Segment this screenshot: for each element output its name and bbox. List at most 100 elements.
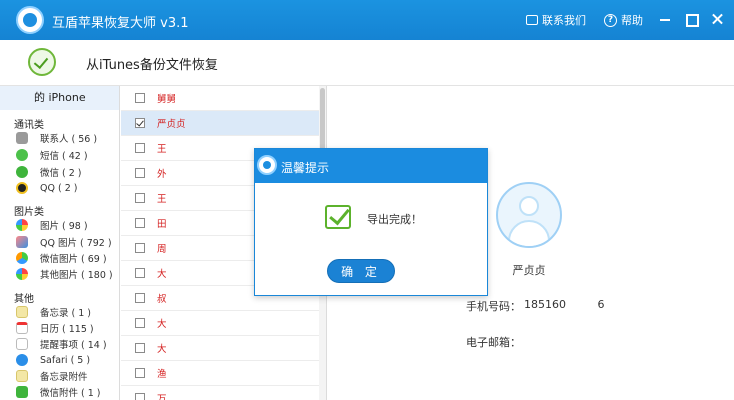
close-button[interactable] (708, 10, 726, 28)
device-item[interactable]: 的 iPhone (0, 86, 119, 110)
contact-name: 万 (157, 394, 167, 400)
sidebar-item-label: 提醒事项 ( 14 ) (40, 340, 107, 351)
help-icon: ? (604, 13, 617, 27)
row-checkbox[interactable] (135, 293, 145, 303)
sidebar-item-label: 备忘录附件 (40, 372, 88, 383)
row-checkbox[interactable] (135, 318, 145, 328)
photos-icon (16, 219, 28, 231)
notes-attachment-icon (16, 370, 28, 382)
category-heading-communication: 通讯类 (14, 120, 44, 131)
sidebar-item-label: 微信 ( 2 ) (40, 168, 82, 179)
qq-photos-icon (16, 236, 28, 248)
contact-name: 田 (157, 219, 167, 230)
category-sidebar: 的 iPhone 通讯类 联系人 ( 56 ) 短信 ( 42 ) 微信 ( 2… (0, 86, 120, 400)
minimize-button[interactable] (656, 10, 674, 28)
qq-icon (16, 182, 28, 194)
ok-button[interactable]: 确 定 (327, 259, 395, 283)
chat-icon (526, 15, 538, 25)
contact-us-label: 联系我们 (542, 14, 586, 27)
email-label: 电子邮箱： (466, 336, 521, 349)
reminders-icon (16, 338, 28, 350)
help-label: 帮助 (621, 14, 643, 27)
contact-name: 大 (157, 269, 167, 280)
contact-us-button[interactable]: 联系我们 (526, 12, 586, 28)
row-checkbox[interactable] (135, 368, 145, 378)
sidebar-item-label: 联系人 ( 56 ) (40, 134, 98, 145)
sidebar-item-label: 图片 ( 98 ) (40, 221, 88, 232)
contact-name: 王 (157, 144, 167, 155)
contact-name: 严贞贞 (157, 119, 186, 130)
row-checkbox[interactable] (135, 93, 145, 103)
sidebar-item-notes[interactable]: 备忘录 ( 1 ) (16, 304, 119, 320)
wechat-photos-icon (16, 252, 28, 264)
other-photos-icon (16, 268, 28, 280)
success-check-icon (325, 205, 351, 229)
sidebar-item-label: QQ ( 2 ) (40, 182, 78, 194)
row-checkbox[interactable] (135, 218, 145, 228)
contact-row[interactable]: 严贞贞 (121, 111, 319, 136)
contact-name: 外 (157, 169, 167, 180)
sidebar-item-wechat-photos[interactable]: 微信图片 ( 69 ) (16, 250, 119, 266)
contact-row[interactable]: 万 (121, 386, 319, 400)
page-header: 从iTunes备份文件恢复 (0, 40, 734, 86)
dialog-header: 温馨提示 (255, 149, 487, 183)
sidebar-item-label: 其他图片 ( 180 ) (40, 270, 113, 281)
sidebar-item-label: Safari ( 5 ) (40, 354, 91, 366)
sms-icon (16, 149, 28, 161)
row-checkbox[interactable] (135, 143, 145, 153)
contact-name: 大 (157, 344, 167, 355)
contact-row[interactable]: 渔 (121, 361, 319, 386)
sidebar-item-safari[interactable]: Safari ( 5 ) (16, 352, 119, 368)
calendar-icon (16, 322, 28, 334)
contacts-icon (16, 132, 28, 144)
contact-row[interactable]: 大 (121, 336, 319, 361)
row-checkbox[interactable] (135, 193, 145, 203)
sidebar-item-label: 微信图片 ( 69 ) (40, 254, 107, 265)
maximize-button[interactable] (682, 10, 700, 28)
sidebar-item-label: 备忘录 ( 1 ) (40, 308, 92, 319)
phone-value: 185160 6 (524, 298, 605, 311)
sidebar-item-label: 微信附件 ( 1 ) (40, 388, 101, 399)
row-checkbox[interactable] (135, 393, 145, 400)
sidebar-item-qq-photos[interactable]: QQ 图片 ( 792 ) (16, 234, 119, 250)
detail-contact-name: 严贞贞 (512, 264, 546, 277)
app-logo-icon (257, 155, 277, 175)
avatar-icon (496, 182, 562, 248)
sidebar-item-notes-attachments[interactable]: 备忘录附件 (16, 368, 119, 384)
sidebar-item-other-photos[interactable]: 其他图片 ( 180 ) (16, 266, 119, 282)
row-checkbox[interactable] (135, 268, 145, 278)
sidebar-item-photos[interactable]: 图片 ( 98 ) (16, 217, 119, 233)
category-heading-photos: 图片类 (14, 207, 44, 218)
contact-row[interactable]: 舅舅 (121, 86, 319, 111)
notes-icon (16, 306, 28, 318)
sidebar-item-contacts[interactable]: 联系人 ( 56 ) (16, 130, 119, 146)
tip-dialog: 温馨提示 导出完成！ 确 定 (254, 148, 488, 296)
app-logo-icon (16, 6, 44, 34)
contact-name: 舅舅 (157, 94, 177, 105)
contact-name: 王 (157, 194, 167, 205)
phone-label: 手机号码： (466, 300, 521, 313)
title-bar: 互盾苹果恢复大师 v3.1 联系我们 ? 帮助 (0, 0, 734, 40)
row-checkbox[interactable] (135, 343, 145, 353)
contact-name: 叔 (157, 294, 167, 305)
row-checkbox[interactable] (135, 243, 145, 253)
sidebar-item-label: 日历 ( 115 ) (40, 324, 94, 335)
dialog-message: 导出完成！ (367, 213, 422, 226)
dialog-title: 温馨提示 (281, 161, 330, 175)
safari-icon (16, 354, 28, 366)
row-checkbox[interactable] (135, 168, 145, 178)
sidebar-item-qq[interactable]: QQ ( 2 ) (16, 180, 119, 196)
sidebar-item-calendar[interactable]: 日历 ( 115 ) (16, 320, 119, 336)
sidebar-item-sms[interactable]: 短信 ( 42 ) (16, 147, 119, 163)
sidebar-item-reminders[interactable]: 提醒事项 ( 14 ) (16, 336, 119, 352)
page-title: 从iTunes备份文件恢复 (86, 58, 218, 73)
sidebar-item-wechat-attachments[interactable]: 微信附件 ( 1 ) (16, 384, 119, 400)
help-button[interactable]: ? 帮助 (604, 12, 643, 28)
wechat-attachment-icon (16, 386, 28, 398)
contact-row[interactable]: 大 (121, 311, 319, 336)
category-heading-other: 其他 (14, 294, 34, 305)
back-home-icon[interactable] (28, 48, 56, 76)
sidebar-item-wechat[interactable]: 微信 ( 2 ) (16, 164, 119, 180)
contact-name: 大 (157, 319, 167, 330)
row-checkbox[interactable] (135, 118, 145, 128)
